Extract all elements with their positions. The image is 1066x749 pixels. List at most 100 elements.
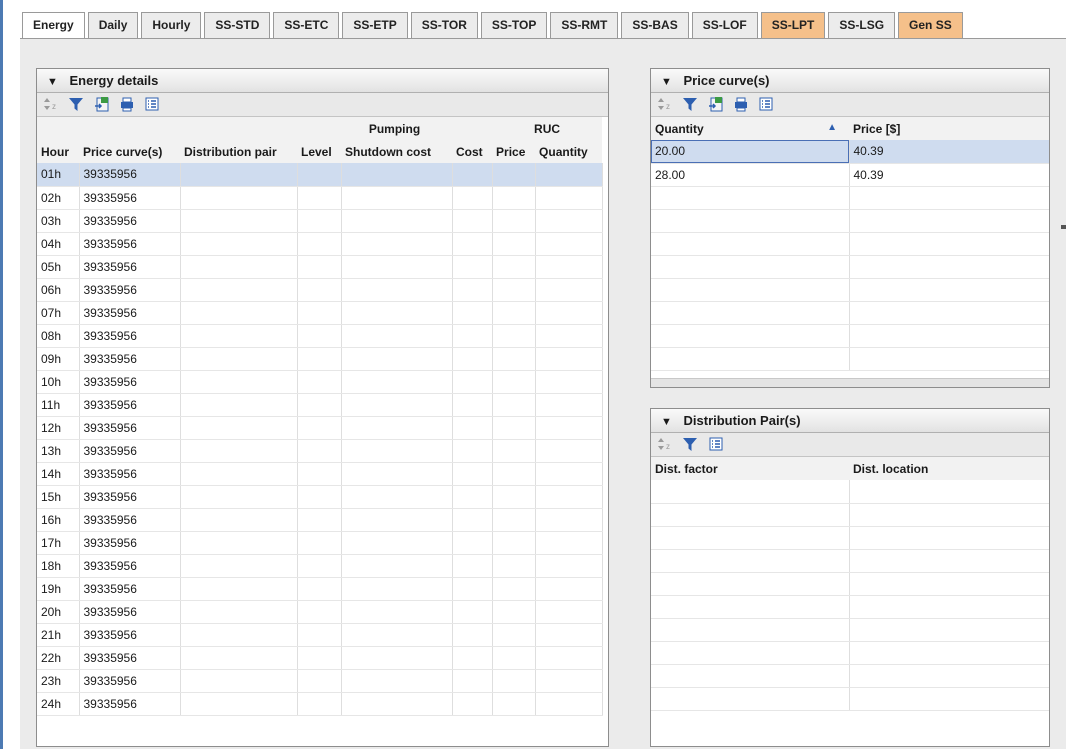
tab-hourly[interactable]: Hourly	[141, 12, 202, 39]
column-header-quantity[interactable]: Quantity ▲	[651, 117, 849, 140]
empty-cell[interactable]	[452, 669, 493, 693]
hour-cell[interactable]: 06h	[37, 278, 80, 302]
empty-cell[interactable]	[297, 646, 342, 670]
column-header[interactable]: Cost	[452, 140, 493, 163]
empty-cell[interactable]	[180, 439, 298, 463]
empty-cell[interactable]	[341, 209, 453, 233]
column-header[interactable]: Dist. location	[849, 457, 1049, 480]
empty-cell[interactable]	[341, 416, 453, 440]
empty-cell[interactable]	[452, 416, 493, 440]
price-curves-header[interactable]: ▼ Price curve(s)	[651, 69, 1049, 93]
table-row[interactable]: 11h 39335956	[37, 393, 603, 417]
empty-cell[interactable]	[452, 646, 493, 670]
tab-ss-std[interactable]: SS-STD	[204, 12, 271, 39]
empty-cell[interactable]	[341, 255, 453, 279]
price-curve-cell[interactable]: 39335956	[79, 646, 181, 670]
empty-cell[interactable]	[535, 462, 603, 486]
empty-cell[interactable]	[492, 692, 536, 716]
price-curve-cell[interactable]: 39335956	[79, 278, 181, 302]
sort-icon[interactable]: z	[657, 96, 673, 112]
empty-cell[interactable]	[341, 186, 453, 210]
empty-cell[interactable]	[452, 600, 493, 624]
price-curve-cell[interactable]: 39335956	[79, 554, 181, 578]
empty-cell[interactable]	[492, 508, 536, 532]
tab-daily[interactable]: Daily	[87, 12, 139, 39]
hour-cell[interactable]: 17h	[37, 531, 80, 555]
hour-cell[interactable]: 11h	[37, 393, 80, 417]
empty-cell[interactable]	[297, 508, 342, 532]
tab-ss-lsg[interactable]: SS-LSG	[828, 12, 896, 39]
column-header[interactable]: Price	[492, 140, 536, 163]
price-curve-cell[interactable]: 39335956	[79, 462, 181, 486]
table-row[interactable]: 14h 39335956	[37, 462, 603, 486]
empty-cell[interactable]	[297, 600, 342, 624]
column-chooser-icon[interactable]	[708, 436, 724, 452]
empty-cell[interactable]	[492, 646, 536, 670]
table-row[interactable]: 20.00 40.39	[651, 140, 1049, 164]
price-curve-cell[interactable]: 39335956	[79, 347, 181, 371]
hour-cell[interactable]: 21h	[37, 623, 80, 647]
hour-cell[interactable]: 03h	[37, 209, 80, 233]
table-row[interactable]: 03h 39335956	[37, 209, 603, 233]
empty-cell[interactable]	[341, 646, 453, 670]
empty-cell[interactable]	[535, 278, 603, 302]
empty-cell[interactable]	[452, 623, 493, 647]
empty-cell[interactable]	[341, 508, 453, 532]
empty-cell[interactable]	[535, 232, 603, 256]
hour-cell[interactable]: 18h	[37, 554, 80, 578]
tab-ss-etp[interactable]: SS-ETP	[342, 12, 408, 39]
empty-cell[interactable]	[341, 324, 453, 348]
empty-cell[interactable]	[341, 232, 453, 256]
price-curve-cell[interactable]: 39335956	[79, 255, 181, 279]
table-row[interactable]: 07h 39335956	[37, 301, 603, 325]
empty-cell[interactable]	[492, 278, 536, 302]
table-row[interactable]: 04h 39335956	[37, 232, 603, 256]
hour-cell[interactable]: 01h	[37, 163, 80, 187]
price-curve-cell[interactable]: 39335956	[79, 186, 181, 210]
price-curve-cell[interactable]: 39335956	[79, 692, 181, 716]
hour-cell[interactable]: 23h	[37, 669, 80, 693]
table-row[interactable]: 15h 39335956	[37, 485, 603, 509]
column-header[interactable]: Level	[297, 140, 341, 163]
hour-cell[interactable]: 05h	[37, 255, 80, 279]
tab-ss-bas[interactable]: SS-BAS	[621, 12, 689, 39]
table-row[interactable]: 22h 39335956	[37, 646, 603, 670]
filter-icon[interactable]	[682, 436, 698, 452]
price-cell[interactable]: 40.39	[849, 140, 1049, 164]
price-curve-cell[interactable]: 39335956	[79, 232, 181, 256]
quantity-cell[interactable]: 28.00	[651, 163, 850, 187]
energy-details-header[interactable]: ▼ Energy details	[37, 69, 608, 93]
table-row[interactable]: 06h 39335956	[37, 278, 603, 302]
empty-cell[interactable]	[452, 554, 493, 578]
empty-cell[interactable]	[180, 600, 298, 624]
empty-cell[interactable]	[180, 462, 298, 486]
chevron-down-icon[interactable]: ▼	[47, 71, 58, 94]
hour-cell[interactable]: 14h	[37, 462, 80, 486]
empty-cell[interactable]	[341, 692, 453, 716]
empty-cell[interactable]	[535, 531, 603, 555]
empty-cell[interactable]	[341, 393, 453, 417]
empty-cell[interactable]	[452, 324, 493, 348]
hour-cell[interactable]: 13h	[37, 439, 80, 463]
column-chooser-icon[interactable]	[758, 96, 774, 112]
empty-cell[interactable]	[535, 255, 603, 279]
print-icon[interactable]	[733, 96, 749, 112]
empty-cell[interactable]	[180, 163, 298, 187]
empty-cell[interactable]	[452, 370, 493, 394]
export-excel-icon[interactable]	[94, 96, 110, 112]
table-row[interactable]: 01h 39335956	[37, 163, 603, 187]
hour-cell[interactable]: 22h	[37, 646, 80, 670]
empty-cell[interactable]	[535, 163, 603, 187]
price-curve-cell[interactable]: 39335956	[79, 439, 181, 463]
price-curve-cell[interactable]: 39335956	[79, 393, 181, 417]
table-row[interactable]: 02h 39335956	[37, 186, 603, 210]
empty-cell[interactable]	[297, 347, 342, 371]
empty-cell[interactable]	[535, 370, 603, 394]
empty-cell[interactable]	[180, 485, 298, 509]
empty-cell[interactable]	[535, 209, 603, 233]
hour-cell[interactable]: 12h	[37, 416, 80, 440]
empty-cell[interactable]	[341, 554, 453, 578]
price-curve-cell[interactable]: 39335956	[79, 508, 181, 532]
empty-cell[interactable]	[452, 186, 493, 210]
empty-cell[interactable]	[535, 485, 603, 509]
